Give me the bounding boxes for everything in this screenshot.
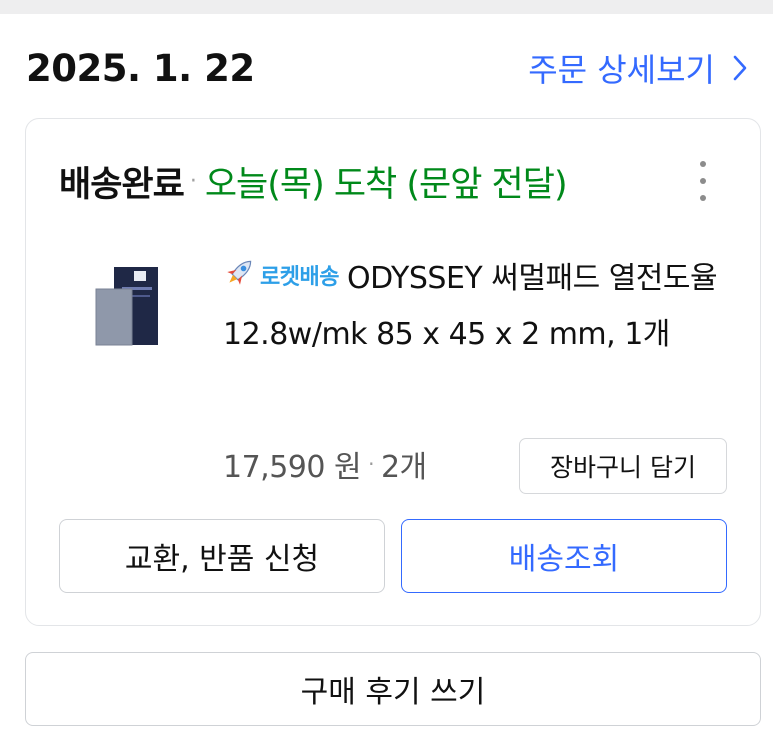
order-header: 2025. 1. 22 주문 상세보기 [26, 40, 747, 96]
chevron-right-icon [733, 55, 747, 81]
product-quantity: 2개 [380, 450, 427, 485]
order-detail-label: 주문 상세보기 [528, 51, 715, 89]
price-row: 17,590 원 · 2개 [223, 439, 427, 489]
arrival-info: 오늘(목) 도착 (문앞 전달) [204, 164, 568, 205]
product-price: 17,590 원 [223, 450, 362, 485]
product-info[interactable]: 로켓배송 ODYSSEY 써멀패드 열전도율 12.8w/mk 85 x 45 … [223, 251, 743, 362]
order-actions: 교환, 반품 신청 배송조회 [59, 519, 727, 593]
rocket-delivery-label: 로켓배송 [260, 265, 339, 290]
more-vertical-icon[interactable] [688, 161, 718, 201]
product-title-block: 로켓배송 ODYSSEY 써멀패드 열전도율 12.8w/mk 85 x 45 … [223, 251, 743, 362]
top-divider [0, 0, 773, 14]
add-to-cart-button[interactable]: 장바구니 담기 [519, 438, 727, 494]
delivery-status-row: 배송완료 · 오늘(목) 도착 (문앞 전달) [59, 153, 740, 209]
separator-dot: · [368, 452, 374, 476]
write-review-button[interactable]: 구매 후기 쓰기 [25, 652, 761, 726]
delivery-status: 배송완료 [59, 164, 185, 205]
product-thumbnail[interactable] [94, 265, 160, 349]
track-delivery-button[interactable]: 배송조회 [401, 519, 727, 593]
order-detail-link[interactable]: 주문 상세보기 [528, 45, 747, 91]
exchange-return-button[interactable]: 교환, 반품 신청 [59, 519, 385, 593]
separator-dot: · [189, 168, 197, 194]
order-card: 배송완료 · 오늘(목) 도착 (문앞 전달) 로켓배송 ODYSSEY 써멀패… [25, 118, 761, 626]
order-date: 2025. 1. 22 [26, 46, 255, 90]
rocket-icon [223, 252, 257, 307]
rocket-delivery-badge: 로켓배송 [223, 252, 339, 307]
